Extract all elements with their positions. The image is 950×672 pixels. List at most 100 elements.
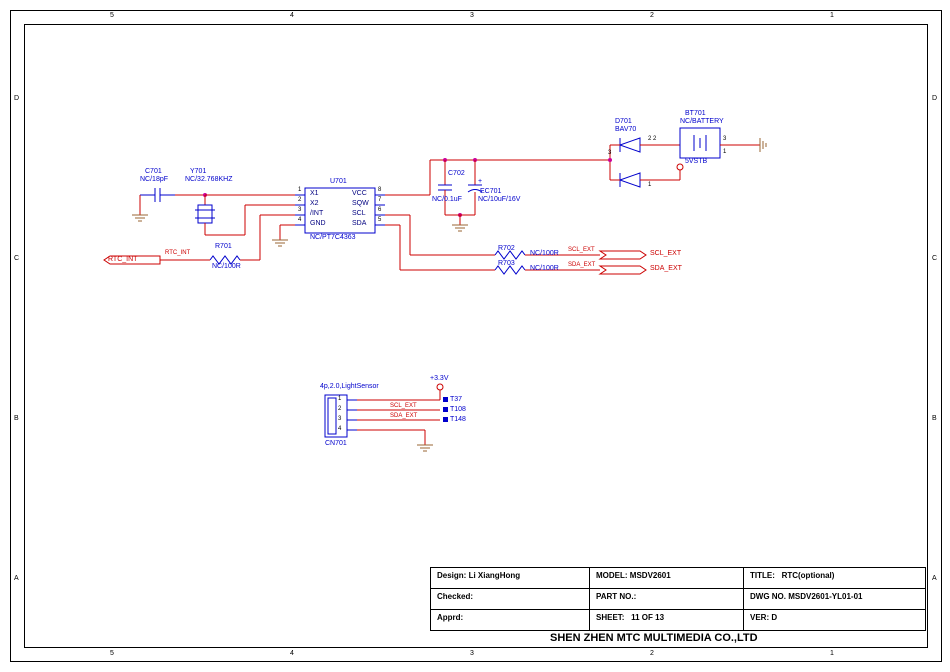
c702-ref: C702 bbox=[448, 170, 465, 177]
tb-sheet-label: SHEET: bbox=[596, 613, 624, 622]
tb-dwg-label: DWG NO. bbox=[750, 592, 786, 601]
y701-ref: Y701 bbox=[190, 168, 206, 175]
cn-sda-ext: SDA_EXT bbox=[390, 413, 417, 419]
tb-company: SHEN ZHEN MTC MULTIMEDIA CO.,LTD bbox=[550, 632, 758, 644]
cn701-pin1: 1 bbox=[338, 396, 341, 402]
ruler-right-b: B bbox=[932, 415, 937, 422]
inner-frame bbox=[24, 24, 928, 648]
r703-ref: R703 bbox=[498, 260, 515, 267]
tb-model-value: MSDV2601 bbox=[630, 571, 671, 580]
tb-design: Design: Li XiangHong bbox=[430, 567, 590, 589]
cn701-ref: CN701 bbox=[325, 440, 347, 447]
u701-num-5: 5 bbox=[378, 217, 381, 223]
u701-num-6: 6 bbox=[378, 207, 381, 213]
cn701-pin2: 2 bbox=[338, 406, 341, 412]
d701-pin1: 1 bbox=[648, 182, 651, 188]
tb-model: MODEL: MSDV2601 bbox=[589, 567, 744, 589]
tb-title: TITLE: RTC(optional) bbox=[743, 567, 926, 589]
t37-label: T37 bbox=[450, 396, 462, 403]
tb-sheet-value: 11 OF 13 bbox=[631, 613, 664, 622]
cn701-pin4: 4 bbox=[338, 426, 341, 432]
d701-val: BAV70 bbox=[615, 126, 636, 133]
tb-title-label: TITLE: bbox=[750, 571, 775, 580]
u701-pin-x1: X1 bbox=[310, 190, 319, 197]
d701-pin22: 2 2 bbox=[648, 136, 656, 142]
t148-label: T148 bbox=[450, 416, 466, 423]
5vstb-label: 5VSTB bbox=[685, 158, 707, 165]
ruler-top-5: 5 bbox=[110, 12, 114, 19]
ruler-bot-2: 2 bbox=[650, 650, 654, 657]
r702-ref: R702 bbox=[498, 245, 515, 252]
u701-num-4: 4 bbox=[298, 217, 301, 223]
tb-checked-label: Checked: bbox=[437, 592, 473, 601]
r701-ref: R701 bbox=[215, 243, 232, 250]
tb-ver-label: VER: bbox=[750, 613, 769, 622]
3v3-label: +3.3V bbox=[430, 375, 449, 382]
tb-partno-label: PART NO.: bbox=[596, 592, 636, 601]
tb-partno: PART NO.: bbox=[589, 588, 744, 610]
d701-pin3: 3 bbox=[608, 150, 611, 156]
ruler-right-d: D bbox=[932, 95, 937, 102]
tb-dwg-value: MSDV2601-YL01-01 bbox=[788, 592, 862, 601]
y701-val: NC/32.768KHZ bbox=[185, 176, 232, 183]
c701-val: NC/18pF bbox=[140, 176, 168, 183]
ruler-bot-3: 3 bbox=[470, 650, 474, 657]
ruler-right-a: A bbox=[932, 575, 937, 582]
tb-checked: Checked: bbox=[430, 588, 590, 610]
tb-ver: VER: D bbox=[743, 609, 926, 631]
u701-val: NC/PT7C4363 bbox=[310, 234, 356, 241]
tb-apprd-label: Apprd: bbox=[437, 613, 463, 622]
u701-ref: U701 bbox=[330, 178, 347, 185]
tb-sheet: SHEET: 11 OF 13 bbox=[589, 609, 744, 631]
u701-pin-int: /INT bbox=[310, 210, 323, 217]
r701-val: NC/100R bbox=[212, 263, 241, 270]
ec701-val: NC/10uF/16V bbox=[478, 196, 520, 203]
ruler-top-2: 2 bbox=[650, 12, 654, 19]
ruler-left-a: A bbox=[14, 575, 19, 582]
r702-val: NC/100R bbox=[530, 250, 559, 257]
ruler-left-b: B bbox=[14, 415, 19, 422]
cn-scl-ext: SCL_EXT bbox=[390, 403, 417, 409]
d701-ref: D701 bbox=[615, 118, 632, 125]
ruler-top-3: 3 bbox=[470, 12, 474, 19]
ruler-bot-1: 1 bbox=[830, 650, 834, 657]
ruler-left-d: D bbox=[14, 95, 19, 102]
ruler-bot-4: 4 bbox=[290, 650, 294, 657]
u701-pin-sda: SDA bbox=[352, 220, 366, 227]
u701-pin-scl: SCL bbox=[352, 210, 366, 217]
u701-num-7: 7 bbox=[378, 197, 381, 203]
ruler-top-1: 1 bbox=[830, 12, 834, 19]
rtc-int-label: RTC_INT bbox=[108, 256, 137, 263]
ruler-right-c: C bbox=[932, 255, 937, 262]
bt701-val: NC/BATTERY bbox=[680, 118, 724, 125]
sda-ext-net: SDA_EXT bbox=[568, 262, 595, 268]
tb-design-label: Design: bbox=[437, 571, 466, 580]
u701-num-2: 2 bbox=[298, 197, 301, 203]
tb-title-value: RTC(optional) bbox=[782, 571, 835, 580]
c702-val: NC/0.1uF bbox=[432, 196, 462, 203]
ruler-top-4: 4 bbox=[290, 12, 294, 19]
tb-apprd: Apprd: bbox=[430, 609, 590, 631]
u701-num-3: 3 bbox=[298, 207, 301, 213]
cn701-val: 4p,2.0,LightSensor bbox=[320, 383, 379, 390]
u701-pin-x2: X2 bbox=[310, 200, 319, 207]
ruler-bot-5: 5 bbox=[110, 650, 114, 657]
t108-label: T108 bbox=[450, 406, 466, 413]
tb-model-label: MODEL: bbox=[596, 571, 628, 580]
tb-design-value: Li XiangHong bbox=[469, 571, 521, 580]
sda-ext-label: SDA_EXT bbox=[650, 265, 682, 272]
u701-num-1: 1 bbox=[298, 187, 301, 193]
scl-ext-net: SCL_EXT bbox=[568, 247, 595, 253]
ruler-left-c: C bbox=[14, 255, 19, 262]
u701-pin-vcc: VCC bbox=[352, 190, 367, 197]
u701-pin-gnd: GND bbox=[310, 220, 326, 227]
bt701-ref: BT701 bbox=[685, 110, 706, 117]
c701-ref: C701 bbox=[145, 168, 162, 175]
u701-num-8: 8 bbox=[378, 187, 381, 193]
tb-dwg: DWG NO. MSDV2601-YL01-01 bbox=[743, 588, 926, 610]
u701-pin-sqw: SQW bbox=[352, 200, 369, 207]
bt701-pin1: 1 bbox=[723, 149, 726, 155]
cn701-pin3: 3 bbox=[338, 416, 341, 422]
r703-val: NC/100R bbox=[530, 265, 559, 272]
scl-ext-label: SCL_EXT bbox=[650, 250, 681, 257]
